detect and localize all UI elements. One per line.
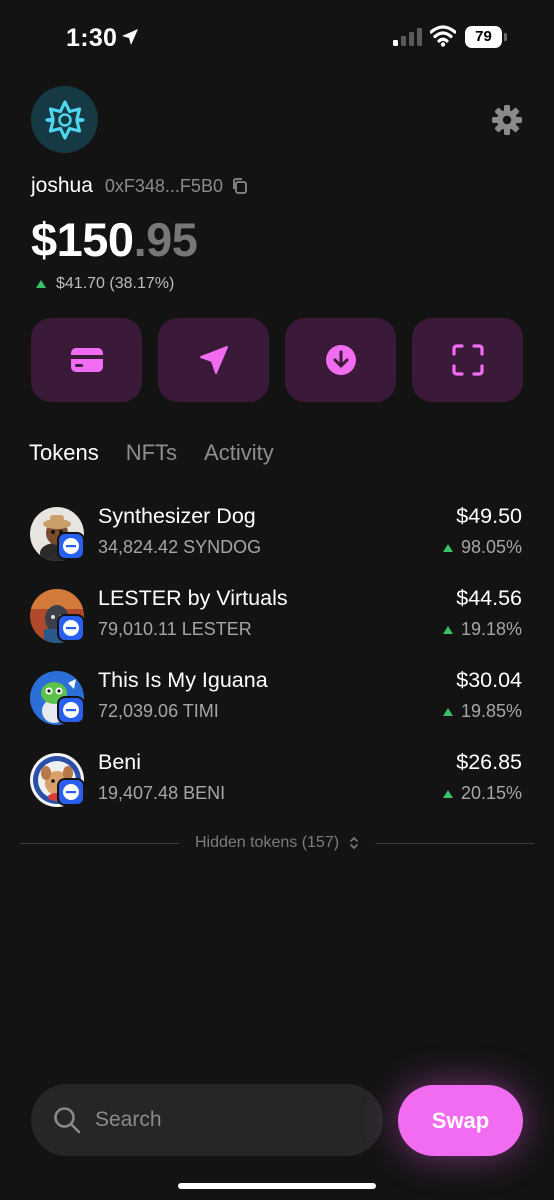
token-name: This Is My Iguana — [98, 668, 268, 692]
up-arrow-icon — [442, 707, 453, 716]
signal-icon — [393, 28, 423, 46]
token-value: $44.56 — [456, 586, 522, 610]
hidden-tokens-divider: Hidden tokens (157) — [20, 832, 534, 854]
receive-button[interactable] — [285, 318, 396, 402]
home-indicator[interactable] — [178, 1183, 376, 1189]
up-arrow-icon — [442, 625, 453, 634]
base-chain-badge-icon — [57, 532, 85, 560]
username: joshua — [31, 174, 93, 197]
search-input[interactable] — [95, 1108, 345, 1132]
tab-nfts[interactable]: NFTs — [126, 440, 177, 466]
base-chain-badge-icon — [57, 696, 85, 724]
search-icon — [53, 1106, 81, 1134]
token-change: 20.15% — [442, 783, 522, 804]
token-name: LESTER by Virtuals — [98, 586, 288, 610]
buy-card-button[interactable] — [31, 318, 142, 402]
token-amount: 19,407.48 BENI — [98, 783, 226, 803]
token-name: Synthesizer Dog — [98, 504, 256, 528]
swap-button[interactable]: Swap — [398, 1085, 523, 1156]
send-button[interactable] — [158, 318, 269, 402]
token-amount: 34,824.42 SYNDOG — [98, 537, 262, 557]
action-buttons — [31, 318, 523, 402]
balance-whole: $150 — [31, 213, 134, 266]
token-change: 19.85% — [442, 701, 522, 722]
account-star-icon — [44, 99, 85, 140]
tab-tokens[interactable]: Tokens — [29, 440, 99, 466]
scan-button[interactable] — [412, 318, 523, 402]
expand-chevron-icon — [349, 836, 359, 850]
balance-cents: .95 — [133, 213, 198, 266]
search-bar[interactable] — [31, 1084, 383, 1156]
portfolio-change-value: $41.70 (38.17%) — [56, 275, 175, 292]
base-chain-badge-icon — [57, 614, 85, 642]
battery-level: 79 — [465, 26, 502, 48]
token-row-timi[interactable]: This Is My Iguana 72,039.06 TIMI $30.04 … — [30, 668, 524, 728]
copy-icon[interactable] — [231, 177, 249, 195]
location-arrow-icon — [120, 27, 140, 52]
divider-line — [20, 842, 179, 844]
token-value: $30.04 — [456, 668, 522, 692]
token-row-beni[interactable]: Beni 19,407.48 BENI $26.85 20.15% — [30, 750, 524, 810]
up-arrow-icon — [442, 543, 453, 552]
token-amount: 72,039.06 TIMI — [98, 701, 219, 721]
token-change-value: 19.18% — [460, 619, 522, 639]
wifi-icon — [429, 25, 457, 52]
up-arrow-icon — [442, 789, 453, 798]
token-name: Beni — [98, 750, 142, 774]
up-arrow-icon — [36, 280, 46, 288]
status-time: 1:30 — [66, 24, 118, 52]
token-change: 19.18% — [442, 619, 522, 640]
token-value: $49.50 — [456, 504, 522, 528]
token-change: 98.05% — [442, 537, 522, 558]
tab-bar: Tokens NFTs Activity — [29, 440, 301, 466]
wallet-address[interactable]: 0xF348...F5B0 — [105, 176, 223, 197]
portfolio-balance: $150.95 — [31, 212, 198, 267]
status-bar: 1:30 79 — [0, 0, 554, 76]
send-icon — [199, 346, 228, 374]
receive-icon — [325, 345, 356, 375]
token-value: $26.85 — [456, 750, 522, 774]
token-row-syndog[interactable]: Synthesizer Dog 34,824.42 SYNDOG $49.50 … — [30, 504, 524, 564]
hidden-tokens-toggle[interactable]: Hidden tokens (157) — [179, 834, 375, 852]
token-change-value: 20.15% — [460, 783, 522, 803]
scan-icon — [451, 344, 484, 376]
token-amount: 79,010.11 LESTER — [98, 619, 252, 639]
token-change-value: 19.85% — [460, 701, 522, 721]
account-row: joshua 0xF348...F5B0 — [31, 172, 249, 200]
portfolio-change: $41.70 (38.17%) — [36, 275, 174, 293]
hidden-tokens-label: Hidden tokens (157) — [194, 834, 340, 851]
tab-activity[interactable]: Activity — [204, 440, 274, 466]
divider-line — [375, 842, 534, 844]
token-change-value: 98.05% — [460, 537, 522, 557]
battery-icon: 79 — [465, 26, 507, 48]
avatar[interactable] — [31, 86, 98, 153]
card-icon — [70, 348, 103, 372]
settings-gear-icon[interactable] — [490, 103, 524, 142]
base-chain-badge-icon — [57, 778, 85, 806]
token-row-lester[interactable]: LESTER by Virtuals 79,010.11 LESTER $44.… — [30, 586, 524, 646]
